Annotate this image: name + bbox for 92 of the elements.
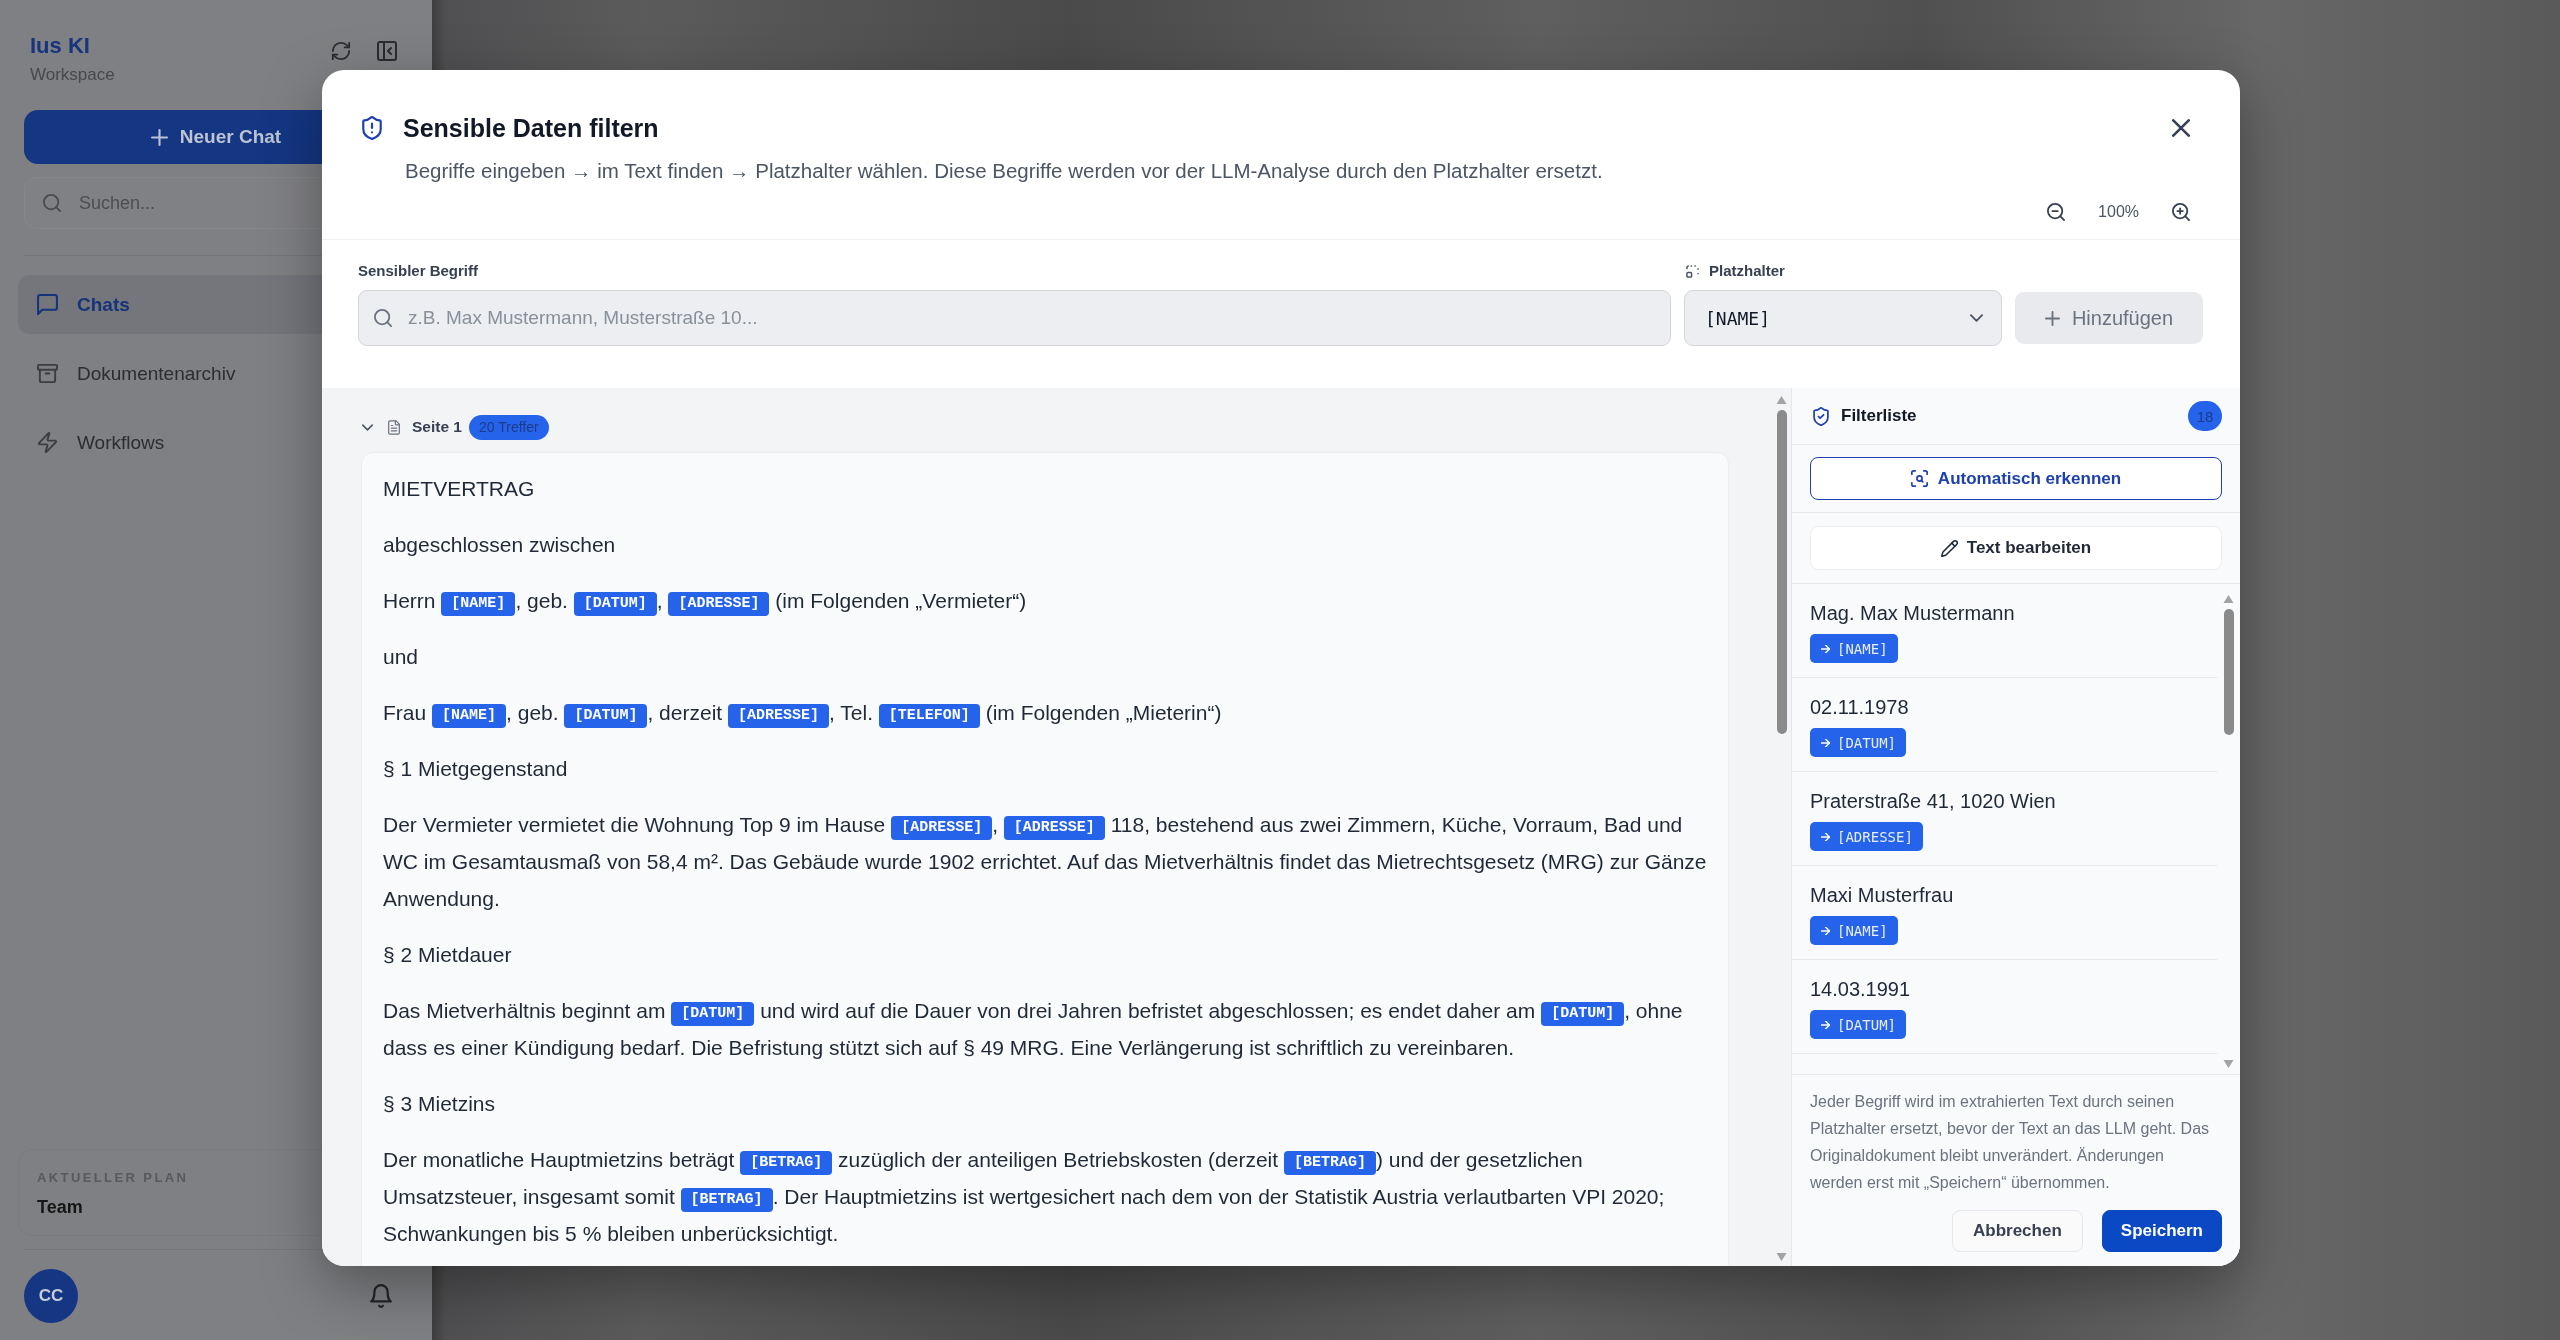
placeholder-label: [DATUM]	[1837, 1016, 1896, 1033]
collapse-sidebar-icon[interactable]	[377, 41, 397, 61]
shield-alert-icon	[362, 116, 382, 140]
page-label: Seite 1	[412, 418, 462, 436]
scrollbar-thumb[interactable]	[1776, 410, 1787, 734]
placeholder-tag[interactable]: [NAME]	[1810, 634, 1898, 663]
arrow-right-icon	[1821, 1020, 1830, 1029]
filter-term: 14.03.1991	[1810, 977, 1912, 1001]
arrow-right-icon	[1821, 644, 1830, 653]
scroll-down-icon[interactable]	[2223, 1060, 2234, 1068]
placeholder-tag[interactable]: [DATUM]	[1810, 728, 1906, 757]
filter-term: 02.11.1978	[1810, 695, 1910, 719]
placeholder-tag[interactable]: [NAME]	[1810, 916, 1898, 945]
panel-title: Filterliste	[1841, 406, 1917, 426]
document-paragraph: MIETVERTRAG	[383, 476, 536, 502]
placeholder-tag: [NAME]	[432, 704, 507, 728]
placeholder-tag: [BETRAG]	[680, 1188, 773, 1212]
workspace-label: Workspace	[30, 64, 115, 86]
cancel-button[interactable]: Abbrechen	[1952, 1210, 2083, 1252]
plus-icon	[2044, 310, 2060, 326]
document-paragraph: Frau [NAME] , geb. [DATUM] , derzeit [ADRESSE] , Tel. [TELEFON] (im Folgenden „Mieterin“)	[383, 694, 1707, 731]
document-paragraph: § 1 Mietgegenstand	[383, 756, 569, 782]
dialog-description: Begriffe eingeben → im Text finden → Platzhalter wählen. Diese Begriffe werden vor der LLM-Analyse durch den Platzhalter ersetzt.	[405, 158, 1604, 184]
filter-term: Maxi Musterfrau	[1810, 883, 1955, 907]
save-button[interactable]: Speichern	[2101, 1210, 2222, 1252]
pencil-icon	[1940, 539, 1958, 557]
placeholder-tag: [NAME]	[441, 592, 516, 616]
document-paragraph: Herrn [NAME] , geb. [DATUM] , [ADRESSE] (im Folgenden „Vermieter“)	[383, 582, 1707, 619]
nav-item[interactable]: Workflows	[18, 413, 408, 472]
refresh-icon[interactable]	[331, 41, 351, 61]
count-badge: 18	[2188, 401, 2222, 431]
plan-name: Team	[37, 1196, 84, 1218]
search-icon	[374, 309, 392, 327]
bell-icon[interactable]	[370, 1284, 392, 1308]
avatar[interactable]: CC	[24, 1269, 78, 1323]
plus-icon	[150, 128, 168, 146]
term-input-field[interactable]: z.B. Max Mustermann, Musterstraße 10...	[358, 290, 1671, 346]
arrow-right-icon	[1821, 832, 1830, 841]
lightning-icon	[37, 432, 58, 453]
edit-text-button[interactable]: Text bearbeiten	[1810, 526, 2222, 570]
zoom-out-icon[interactable]	[2047, 203, 2066, 221]
placeholder-tag: [TELEFON]	[878, 704, 980, 728]
placeholder-tag: [ADRESSE]	[891, 816, 993, 840]
archive-box-icon	[37, 363, 58, 384]
placeholder-tag: [ADRESSE]	[668, 592, 770, 616]
info-note: Jeder Begriff wird im extrahierten Text durch seinen Platzhalter ersetzt, bevor der Text an das LLM geht. Das Originaldokument bleibt unverändert. Änderungen werden erst mit „Speichern“ übernommen.	[1810, 1092, 2211, 1193]
auto-detect-button[interactable]: Automatisch erkennen	[1810, 457, 2222, 500]
close-icon[interactable]	[2172, 119, 2190, 137]
placeholder-tag[interactable]: [DATUM]	[1810, 1010, 1906, 1039]
zoom-in-icon[interactable]	[2172, 203, 2190, 221]
app-name: Ius KI	[30, 32, 91, 60]
placeholder-label: [NAME]	[1837, 922, 1888, 939]
nav-item[interactable]: Dokumentenarchiv	[18, 344, 408, 403]
chevron-down-icon[interactable]	[362, 423, 373, 431]
chevron-down-icon	[1970, 314, 1983, 322]
shield-check-icon	[1813, 406, 1829, 426]
placeholder-tag: [BETRAG]	[740, 1151, 833, 1175]
zoom-level: 100%	[2098, 203, 2139, 221]
document-paragraph: und	[383, 644, 420, 670]
scan-search-icon	[1910, 470, 1928, 487]
placeholder-tag[interactable]: [ADRESSE]	[1810, 822, 1923, 851]
dashed-square-icon	[1686, 264, 1699, 278]
arrow-right-icon	[1821, 738, 1830, 747]
scroll-up-icon[interactable]	[2223, 595, 2234, 603]
placeholder-tag: [BETRAG]	[1283, 1151, 1376, 1175]
placeholder-tag: [DATUM]	[671, 1002, 755, 1026]
document-paragraph: Der monatliche Hauptmietzins beträgt [BETRAG] zuzüglich der anteiligen Betriebskosten (derzeit [BETRAG] ) und der gesetzlichen Umsatzsteuer, insgesamt somit [BETRAG] . Der Hauptmietzins ist wertgesichert nach dem von der Statistik Austria verlautbarten VPI 2020; Schwankungen bis 5 % bleiben unberücksichtigt.	[383, 1147, 1666, 1247]
chat-bubble-icon	[37, 294, 58, 315]
placeholder-tag: [DATUM]	[573, 592, 657, 616]
match-count-badge: 20 Treffer	[469, 414, 549, 440]
document-paragraph: § 2 Mietdauer	[383, 942, 513, 968]
document-paragraph: Der Vermieter vermietet die Wohnung Top 9 im Hause [ADRESSE] , [ADRESSE] 118, bestehend aus zwei Zimmern, Küche, Vorraum, Bad und WC im Gesamtausmaß von 58,4 m². Das Gebäude wurde 1902 errichtet. Auf das Mietverhältnis findet das Mietrechtsgesetz (MRG) zur Gänze Anwendung.	[383, 812, 1707, 912]
arrow-right-icon	[1821, 926, 1830, 935]
placeholder-tag: [ADRESSE]	[728, 704, 829, 728]
scrollbar-thumb[interactable]	[2223, 609, 2234, 735]
placeholder-label: [DATUM]	[1837, 734, 1896, 751]
placeholder-dropdown[interactable]: [NAME]	[1684, 290, 2002, 346]
document-paragraph: abgeschlossen zwischen	[383, 532, 617, 558]
document-paragraph: § 3 Mietzins	[383, 1091, 497, 1117]
filter-term: Mag. Max Mustermann	[1810, 601, 2016, 625]
placeholder-label: [ADRESSE]	[1837, 828, 1913, 845]
filter-term: Praterstraße 41, 1020 Wien	[1810, 789, 2057, 813]
placeholder-tag: [ADRESSE]	[1003, 816, 1105, 840]
scroll-up-icon[interactable]	[1776, 396, 1787, 404]
search-icon	[43, 194, 61, 212]
placeholder-tag: [DATUM]	[1541, 1002, 1625, 1026]
placeholder-tag: [DATUM]	[564, 704, 648, 728]
document-icon	[388, 419, 400, 435]
field-label: Platzhalter	[1709, 262, 1785, 280]
scroll-down-icon[interactable]	[1776, 1253, 1787, 1261]
document-paragraph: Das Mietverhältnis beginnt am [DATUM] und wird auf die Dauer von drei Jahren befristet abgeschlossen; es endet daher am [DATUM] , ohne dass es einer Kündigung bedarf. Die Befristung stützt sich auf § 49 MRG. Eine Verlängerung ist schriftlich zu vereinbaren.	[383, 998, 1684, 1061]
placeholder-label: [NAME]	[1837, 640, 1888, 657]
